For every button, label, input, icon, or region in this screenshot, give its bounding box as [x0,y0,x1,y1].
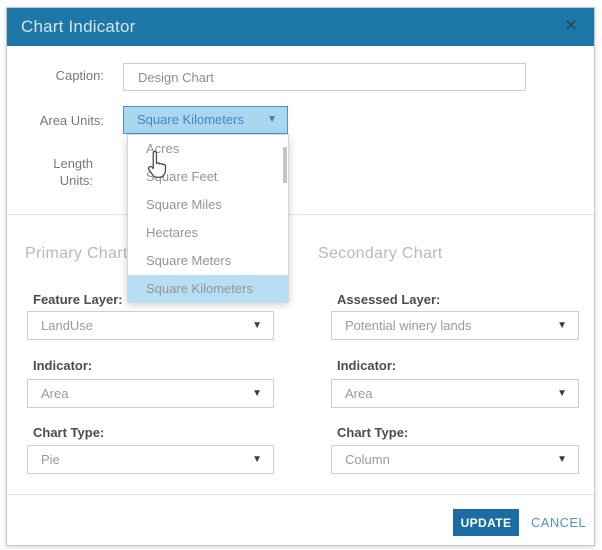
caption-label: Caption: [27,68,104,83]
primary-indicator-value: Area [41,380,68,407]
dropdown-option-square-kilometers[interactable]: Square Kilometers [128,275,288,303]
chevron-down-icon: ▼ [252,312,262,339]
cancel-button[interactable]: CANCEL [531,509,586,536]
chevron-down-icon: ▼ [252,446,262,473]
chevron-down-icon: ▼ [557,446,567,473]
secondary-indicator-select[interactable]: Area ▼ [331,379,579,408]
feature-layer-label: Feature Layer: [33,292,123,307]
secondary-chart-type-value: Column [345,446,390,473]
dropdown-option-acres[interactable]: Acres [128,135,288,163]
dialog-title: Chart Indicator [21,8,136,46]
chevron-down-icon: ▼ [267,107,277,133]
secondary-chart-type-select[interactable]: Column ▼ [331,445,579,474]
update-button[interactable]: UPDATE [453,509,519,536]
secondary-chart-type-label: Chart Type: [337,425,408,440]
secondary-chart-heading: Secondary Chart [318,245,443,263]
dropdown-option-hectares[interactable]: Hectares [128,219,288,247]
chart-indicator-dialog: Chart Indicator × Caption: Area Units: S… [6,7,595,546]
dialog-header: Chart Indicator × [7,8,594,46]
caption-input[interactable] [123,63,526,91]
secondary-indicator-label: Indicator: [337,358,396,373]
chevron-down-icon: ▼ [252,380,262,407]
primary-chart-type-select[interactable]: Pie ▼ [27,445,274,474]
chevron-down-icon: ▼ [557,312,567,339]
primary-chart-heading: Primary Chart [25,245,128,263]
area-units-dropdown[interactable]: Square Kilometers ▼ [123,106,288,134]
close-icon[interactable]: × [558,13,584,39]
assessed-layer-select[interactable]: Potential winery lands ▼ [331,311,579,340]
dropdown-option-square-meters[interactable]: Square Meters [128,247,288,275]
feature-layer-value: LandUse [41,312,93,339]
primary-chart-type-value: Pie [41,446,60,473]
secondary-indicator-value: Area [345,380,372,407]
assessed-layer-value: Potential winery lands [345,312,471,339]
feature-layer-select[interactable]: LandUse ▼ [27,311,274,340]
length-units-label: Length Units: [27,155,93,189]
chevron-down-icon: ▼ [557,380,567,407]
scrollbar-thumb[interactable] [283,147,287,183]
primary-chart-type-label: Chart Type: [33,425,104,440]
area-units-label: Area Units: [27,113,104,128]
primary-indicator-select[interactable]: Area ▼ [27,379,274,408]
area-units-value: Square Kilometers [137,107,244,133]
primary-indicator-label: Indicator: [33,358,92,373]
footer-divider [7,494,594,495]
assessed-layer-label: Assessed Layer: [337,292,440,307]
dropdown-option-square-miles[interactable]: Square Miles [128,191,288,219]
dropdown-option-square-feet[interactable]: Square Feet [128,163,288,191]
section-divider [7,214,594,215]
units-dropdown-list: Acres Square Feet Square Miles Hectares … [127,134,289,302]
